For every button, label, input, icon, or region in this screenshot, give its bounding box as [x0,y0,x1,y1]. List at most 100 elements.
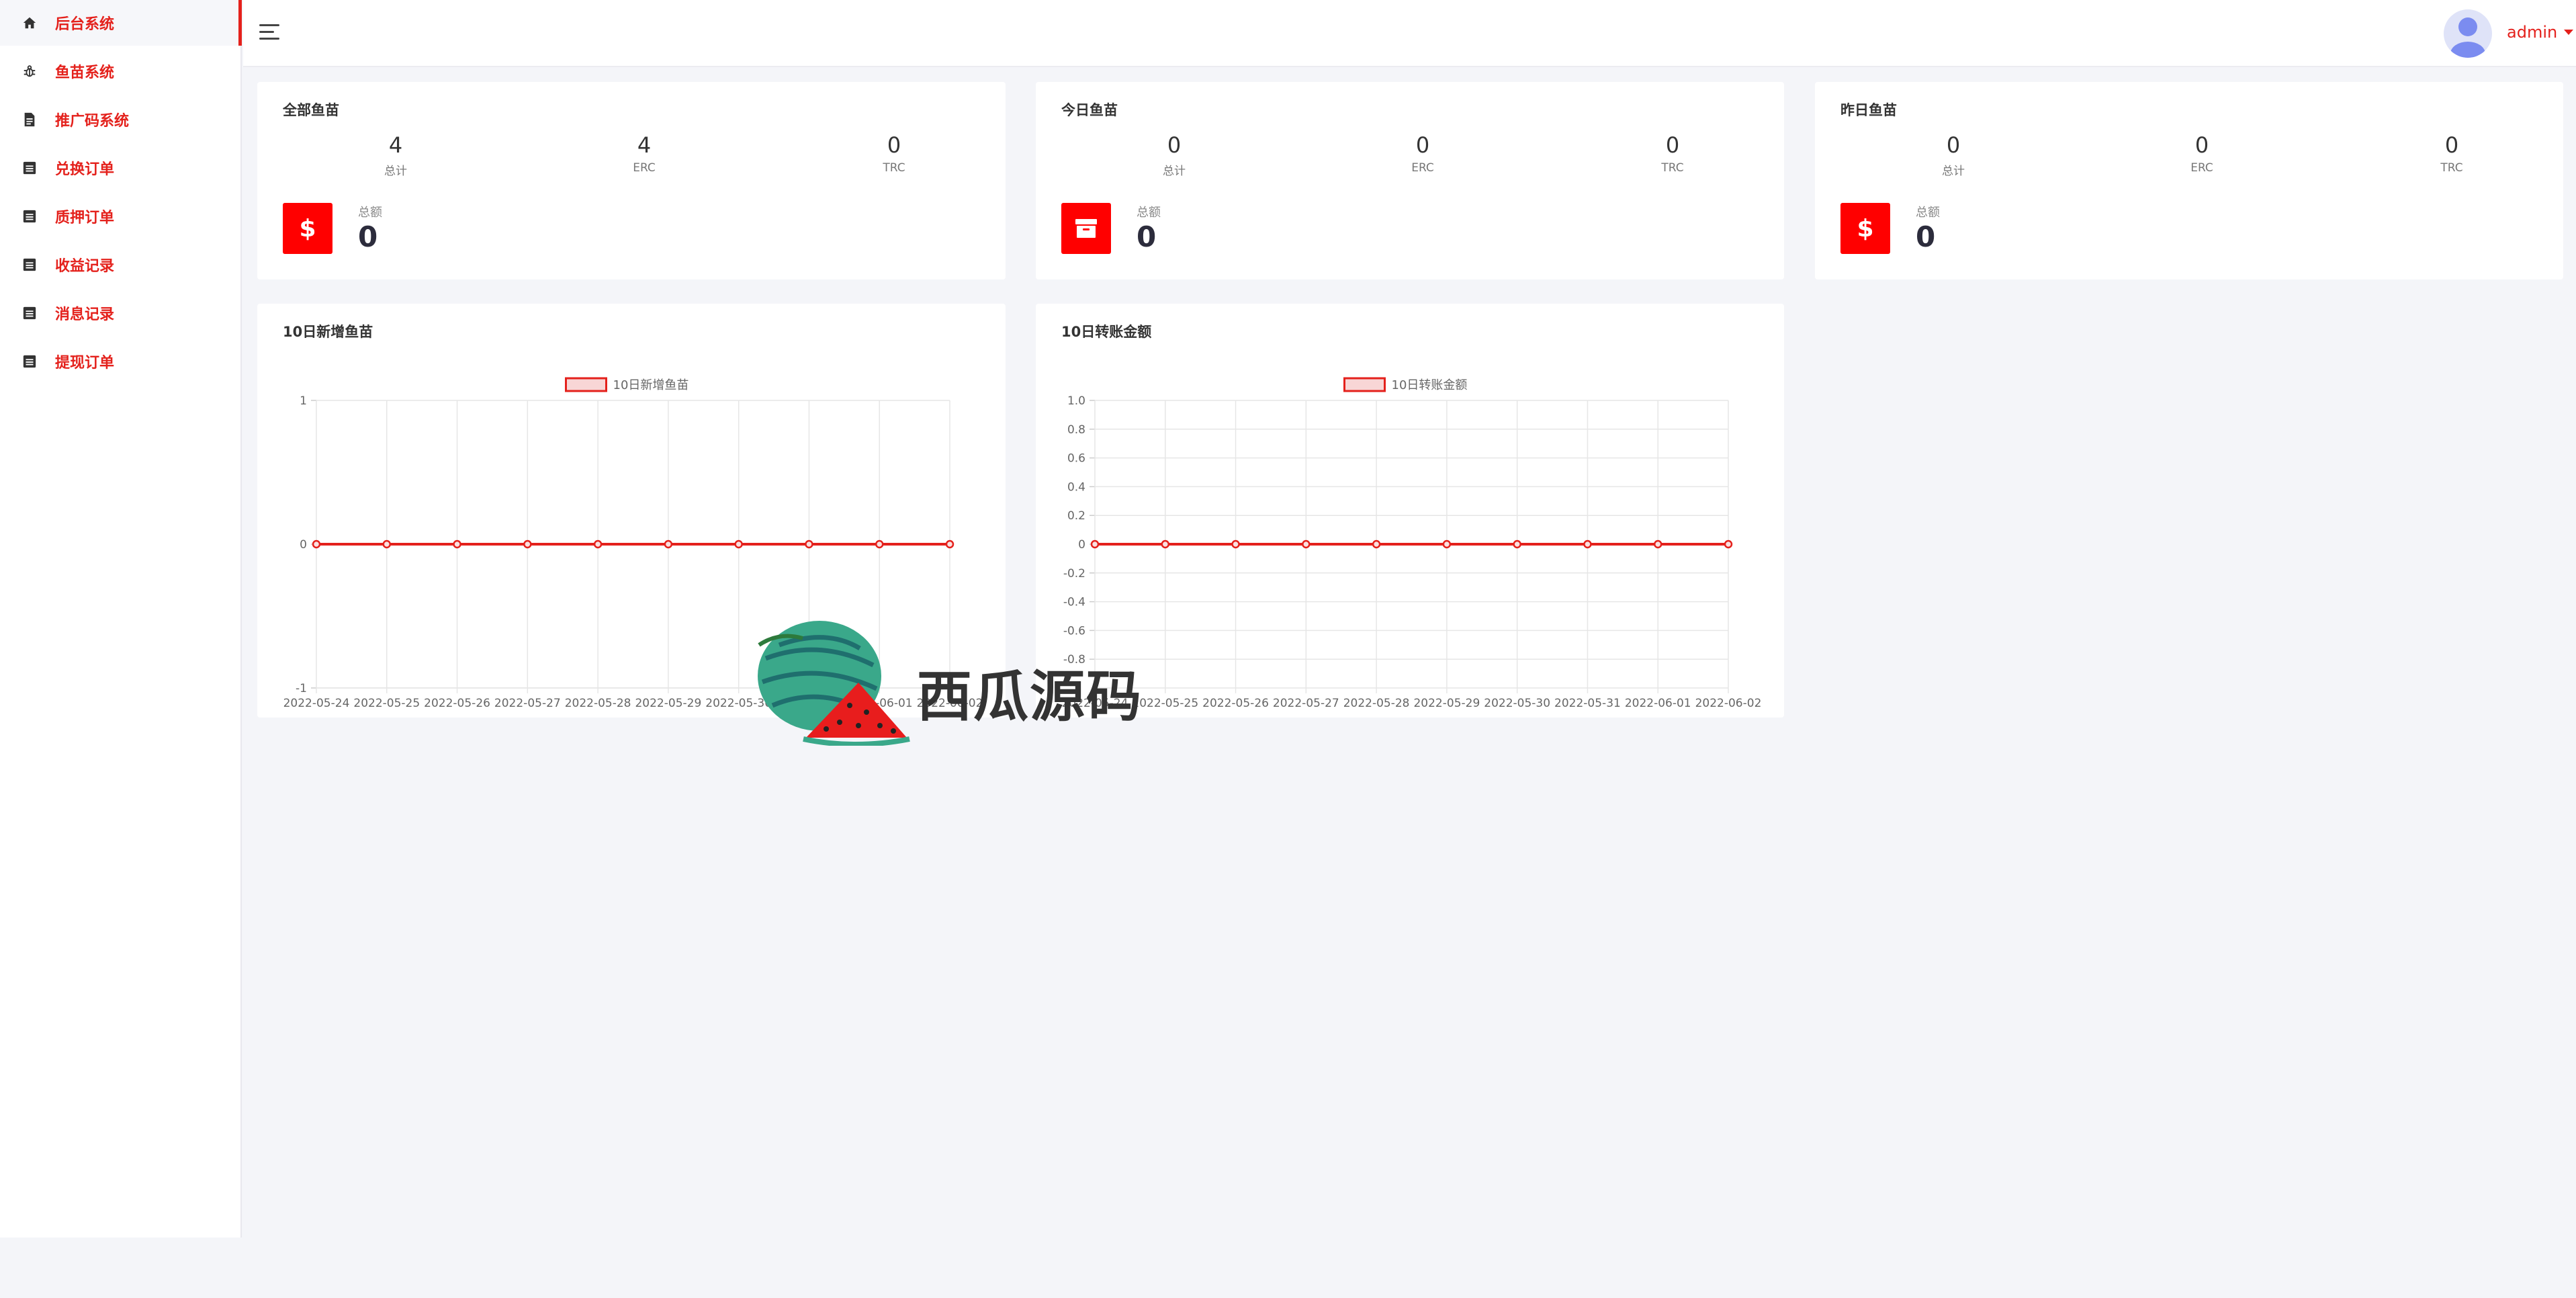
x-tick-label: 2022-06-01 [1625,697,1691,710]
y-tick-label: 1 [300,394,307,408]
sidebar-item-exchange-orders[interactable]: 兑换订单 [0,145,242,191]
sidebar-item-promo-code[interactable]: 推广码系统 [0,97,242,142]
stat-value: 4 [637,132,652,158]
total-label: 总额 [1137,206,1161,220]
data-point [1583,539,1592,549]
x-tick-label: 2022-05-26 [424,697,490,710]
stat-trc: 0 TRC [2371,132,2532,175]
legend-swatch [565,377,607,392]
sidebar-item-label: 消息记录 [55,306,115,323]
data-point [664,539,673,549]
card-title: 昨日鱼苗 [1840,102,1897,118]
stat-value: 0 [1167,132,1182,158]
stat-label: TRC [1661,161,1684,175]
svg-text:$: $ [1857,215,1873,242]
stat-trc: 0 TRC [813,132,975,175]
stat-trc: 0 TRC [1592,132,1753,175]
x-tick-label: 2022-05-29 [1413,697,1480,710]
y-tick-label: -0.4 [1063,596,1085,609]
sidebar-item-label: 提现订单 [55,355,115,372]
data-point [1231,539,1240,549]
legend-label: 10日新增鱼苗 [613,378,689,392]
stat-label: TRC [2440,161,2463,175]
x-tick-label: 2022-05-27 [494,697,561,710]
stat-value: 0 [1946,132,1961,158]
y-tick-label: 0.6 [1067,452,1085,466]
x-tick-label: 2022-05-24 [283,697,350,710]
stat-erc: 4 ERC [564,132,725,175]
archive-icon [1061,203,1111,254]
sidebar-item-label: 鱼苗系统 [55,64,115,81]
x-tick-label: 2022-05-28 [565,697,631,710]
total-value: 0 [1916,220,1936,253]
y-tick-label: 0 [1078,538,1085,552]
menu-toggle-icon[interactable] [259,23,282,43]
sidebar-item-label: 兑换订单 [55,161,115,178]
data-point [523,539,532,549]
total-label: 总额 [1916,206,1940,220]
data-point [734,539,743,549]
avatar[interactable] [2444,9,2492,58]
data-point [1724,539,1733,549]
sidebar: 后台系统 鱼苗系统 推广码系统 兑换订单 质押订单 收益记录 消息记录 提现订单 [0,0,242,1238]
stat-card-yesterday: 昨日鱼苗 0 总计 0 ERC 0 TRC $ 总额 0 [1815,82,2563,279]
total-label: 总额 [358,206,382,220]
bug-icon [20,62,39,81]
top-header: admin [243,0,2576,67]
list-icon [20,255,39,274]
x-tick-label: 2022-05-30 [1484,697,1550,710]
sidebar-item-withdraw-orders[interactable]: 提现订单 [0,339,242,384]
stat-label: ERC [1411,161,1434,175]
data-point [453,539,461,549]
data-point [945,539,954,549]
svg-text:$: $ [299,215,316,242]
stat-label: 总计 [1163,165,1186,178]
sidebar-item-label: 质押订单 [55,210,115,226]
watermelon-logo-icon [758,621,910,747]
y-tick-label: 0.8 [1067,423,1085,437]
sidebar-item-dashboard[interactable]: 后台系统 [0,0,242,46]
dollar-icon: $ [1840,203,1890,254]
sidebar-item-fry[interactable]: 鱼苗系统 [0,48,242,94]
user-menu[interactable]: admin [2507,23,2574,42]
stat-card-today: 今日鱼苗 0 总计 0 ERC 0 TRC 总额 0 [1036,82,1784,279]
stat-label: TRC [883,161,905,175]
document-icon [20,110,39,129]
list-icon [20,207,39,226]
data-point [875,539,884,549]
sidebar-item-label: 收益记录 [55,258,115,275]
data-point [1653,539,1662,549]
watermark: 西瓜源码 [739,618,1209,747]
stat-card-all: 全部鱼苗 4 总计 4 ERC 0 TRC $ 总额 0 [257,82,1006,279]
total-value: 0 [1137,220,1157,253]
user-name-label: admin [2507,23,2558,42]
y-tick-label: -1 [296,682,307,695]
legend-swatch [1343,377,1386,392]
data-point [593,539,603,549]
stat-label: ERC [633,161,656,175]
stat-value: 0 [1415,132,1430,158]
stat-total: 4 总计 [315,132,476,178]
y-tick-label: 0.2 [1067,509,1085,523]
y-tick-label: -0.2 [1063,567,1085,580]
stat-value: 0 [1665,132,1680,158]
sidebar-item-label: 推广码系统 [55,113,130,130]
stat-total: 0 总计 [1873,132,2034,178]
list-icon [20,352,39,371]
sidebar-item-income-records[interactable]: 收益记录 [0,242,242,288]
stat-total: 0 总计 [1094,132,1255,178]
x-tick-label: 2022-06-02 [1695,697,1762,710]
x-tick-label: 2022-05-25 [353,697,420,710]
legend-label: 10日转账金额 [1392,378,1468,392]
stat-value: 0 [887,132,901,158]
data-point [1442,539,1452,549]
stat-value: 0 [2444,132,2459,158]
sidebar-item-pledge-orders[interactable]: 质押订单 [0,193,242,239]
list-icon [20,304,39,322]
sidebar-item-message-records[interactable]: 消息记录 [0,290,242,336]
card-title: 今日鱼苗 [1061,102,1118,118]
data-point [1513,539,1521,549]
list-icon [20,159,39,177]
caret-down-icon [2564,30,2574,35]
home-icon [20,13,39,32]
